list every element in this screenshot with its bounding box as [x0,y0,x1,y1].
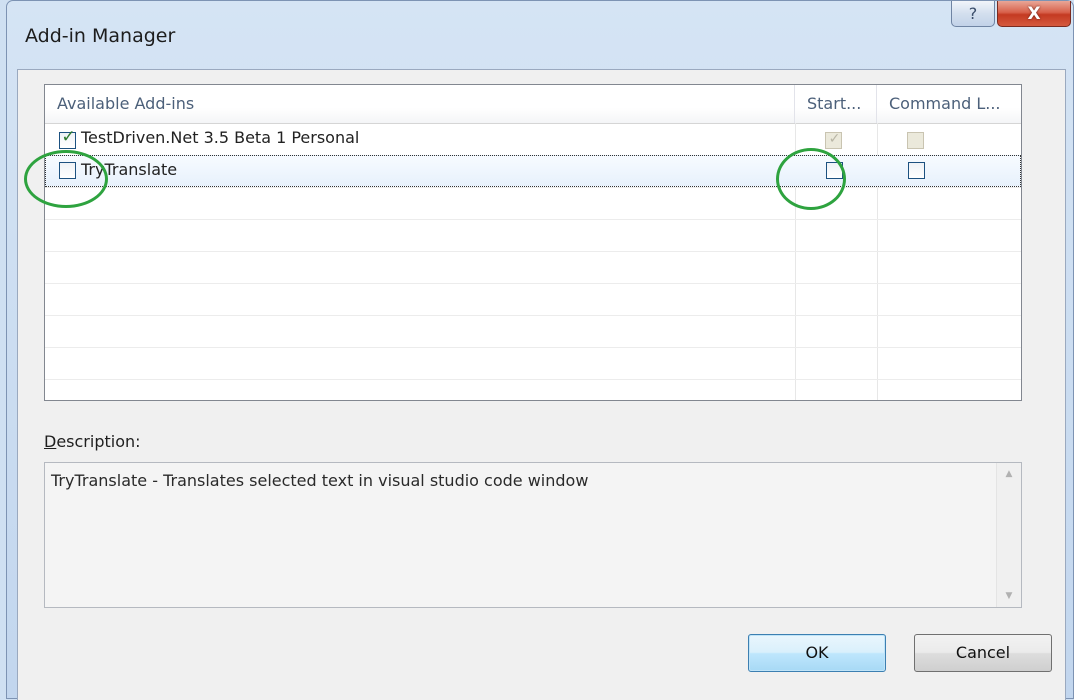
column-header-startup[interactable]: Start... [795,85,877,123]
close-icon: X [1027,3,1041,24]
add-in-name: TryTranslate [81,160,178,179]
column-header-command-line[interactable]: Command L... [877,85,1021,123]
startup-checkbox[interactable]: ✓ [825,131,842,149]
grid-line [45,347,1021,348]
grid-line [45,283,1021,284]
window-title: Add-in Manager [25,25,176,47]
enable-checkbox[interactable]: ✓ [59,127,76,149]
add-ins-list[interactable]: Available Add-ins Start... Command L... … [44,84,1022,401]
column-header-available-add-ins[interactable]: Available Add-ins [45,85,795,123]
description-box[interactable]: TryTranslate - Translates selected text … [44,462,1022,608]
close-button[interactable]: X [997,1,1071,27]
check-icon: ✓ [61,127,76,147]
enable-checkbox[interactable] [59,162,76,179]
list-header: Available Add-ins Start... Command L... [45,85,1021,124]
grid-line [45,219,1021,220]
grid-line [45,315,1021,316]
command-line-checkbox[interactable] [908,162,925,179]
startup-checkbox[interactable] [826,162,843,179]
help-button[interactable]: ? [951,1,995,27]
list-item[interactable]: ✓ TestDriven.Net 3.5 Beta 1 Personal ✓ [45,123,1021,155]
list-item-selected[interactable]: TryTranslate [45,155,1021,187]
command-line-checkbox[interactable] [907,132,924,149]
description-label-accesskey: D [44,432,57,451]
add-in-manager-window: Add-in Manager ? X Available Add-ins Sta… [6,0,1074,700]
grid-line [45,379,1021,380]
dialog-client-area: Available Add-ins Start... Command L... … [17,69,1066,700]
title-bar: Add-in Manager ? X [7,1,1073,69]
description-label: Description: [44,432,141,451]
add-in-name: TestDriven.Net 3.5 Beta 1 Personal [81,128,360,147]
cancel-button[interactable]: Cancel [914,634,1052,672]
grid-line [45,187,1021,188]
grid-line [45,251,1021,252]
help-icon: ? [968,4,978,23]
scroll-up-icon[interactable]: ▲ [997,463,1021,485]
description-scrollbar[interactable]: ▲ ▼ [996,463,1021,607]
description-text: TryTranslate - Translates selected text … [51,471,589,490]
check-icon: ✓ [828,131,841,147]
scroll-down-icon[interactable]: ▼ [997,585,1021,607]
ok-button[interactable]: OK [748,634,886,672]
description-label-text: escription: [56,432,141,451]
